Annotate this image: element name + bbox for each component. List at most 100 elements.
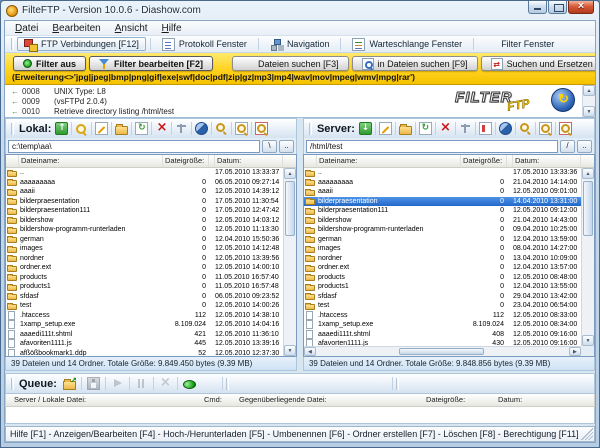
- local-file-row[interactable]: german012.04.2010 15:50:36: [6, 235, 283, 245]
- server-path-input[interactable]: /html/test: [306, 140, 558, 153]
- queue-column-header[interactable]: Server / Lokale Datei:: [14, 394, 86, 406]
- local-file-row[interactable]: 1xamp_setup.exe8.109.02412.05.2010 14:04…: [6, 320, 283, 330]
- local-file-row[interactable]: afßößbookmark1.ddp5212.05.2010 12:37:30: [6, 349, 283, 357]
- column-header-size[interactable]: Dateigröße:: [461, 155, 507, 167]
- scroll-thumb[interactable]: [285, 181, 295, 236]
- server-file-row[interactable]: aaaii012.05.2010 09:01:00: [304, 187, 581, 197]
- server-search-in-icon[interactable]: [539, 122, 552, 135]
- open-queue-icon[interactable]: [63, 381, 76, 390]
- local-parent-button[interactable]: ..: [279, 140, 294, 153]
- local-search-replace-icon[interactable]: [255, 122, 268, 135]
- server-file-row[interactable]: sfdasf029.04.2010 13:42:00: [304, 292, 581, 302]
- column-header-name[interactable]: Dateiname:: [19, 155, 163, 167]
- server-permissions-icon[interactable]: [459, 122, 472, 135]
- server-root-button[interactable]: /: [560, 140, 575, 153]
- column-header-date[interactable]: Datum:: [513, 155, 581, 167]
- pause-transfer-icon[interactable]: [135, 377, 148, 390]
- scroll-down-icon[interactable]: [582, 335, 594, 346]
- local-file-row[interactable]: .htaccess11212.05.2010 14:38:10: [6, 311, 283, 321]
- server-edit-icon[interactable]: [379, 122, 392, 135]
- server-file-row[interactable]: german012.04.2010 13:59:00: [304, 235, 581, 245]
- menu-hilfe[interactable]: Hilfe: [156, 23, 188, 34]
- local-file-row[interactable]: aaaii012.05.2010 14:39:12: [6, 187, 283, 197]
- local-file-row[interactable]: aaaedi111t.shtml42112.05.2010 11:36:10: [6, 330, 283, 340]
- local-file-row[interactable]: afavoriten1111.js44512.05.2010 13:39:16: [6, 339, 283, 349]
- in-file-search-button[interactable]: in Dateien suchen [F9]: [352, 56, 478, 71]
- local-search-icon[interactable]: [215, 122, 228, 135]
- server-file-row[interactable]: bildershow021.04.2010 14:43:00: [304, 216, 581, 226]
- column-header-date[interactable]: Datum:: [215, 155, 283, 167]
- scroll-up-icon[interactable]: [284, 168, 296, 179]
- server-refresh-icon[interactable]: [419, 122, 432, 135]
- protocol-window-button[interactable]: Protokoll Fenster: [155, 37, 254, 51]
- scroll-left-icon[interactable]: [304, 347, 316, 356]
- server-file-row[interactable]: bilderpraesentation111012.05.2010 09:12:…: [304, 206, 581, 216]
- local-file-row[interactable]: sfdasf006.05.2010 09:23:52: [6, 292, 283, 302]
- queue-column-header[interactable]: Gegenüberliegende Datei:: [239, 394, 327, 406]
- scroll-thumb[interactable]: [399, 348, 484, 355]
- minimize-button[interactable]: [528, 1, 547, 14]
- status-dot-icon[interactable]: [183, 380, 196, 389]
- server-file-row[interactable]: nordner013.04.2010 10:09:00: [304, 254, 581, 264]
- scroll-thumb[interactable]: [583, 181, 593, 236]
- queue-column-header[interactable]: Dateigröße:: [426, 394, 465, 406]
- menu-ansicht[interactable]: Ansicht: [109, 23, 154, 34]
- local-file-row[interactable]: bildershow012.05.2010 14:03:12: [6, 216, 283, 226]
- local-delete-icon[interactable]: [155, 122, 168, 135]
- file-search-button[interactable]: Filter Fenster: [478, 37, 561, 51]
- queue-column-header[interactable]: Datum:: [498, 394, 522, 406]
- queue-window-button[interactable]: Warteschlange Fenster: [345, 37, 469, 51]
- server-delete-icon[interactable]: [439, 122, 452, 135]
- scroll-up-icon[interactable]: [582, 168, 594, 179]
- local-root-button[interactable]: \: [262, 140, 277, 153]
- log-scrollbar[interactable]: [582, 85, 595, 117]
- navigation-button[interactable]: Navigation: [263, 37, 337, 51]
- local-file-row[interactable]: ..17.05.2010 13:33:37: [6, 168, 283, 178]
- scroll-up-icon[interactable]: [583, 85, 595, 96]
- server-diskspace-icon[interactable]: [499, 122, 512, 135]
- filter-edit-button[interactable]: Filter bearbeiten [F2]: [89, 56, 213, 71]
- replace-doc-button[interactable]: Suchen und Ersetzen [F10]: [481, 56, 596, 71]
- local-file-row[interactable]: aaaaaaaaa006.05.2010 09:27:14: [6, 178, 283, 188]
- local-file-row[interactable]: ordner.ext012.05.2010 14:00:10: [6, 263, 283, 273]
- server-file-row[interactable]: ordner.ext012.04.2010 13:57:00: [304, 263, 581, 273]
- cancel-transfer-icon[interactable]: [159, 377, 172, 390]
- local-open-folder-icon[interactable]: [115, 126, 128, 135]
- local-file-row[interactable]: test012.05.2010 14:00:26: [6, 301, 283, 311]
- server-file-row[interactable]: test023.04.2010 06:54:00: [304, 301, 581, 311]
- scroll-right-icon[interactable]: [569, 347, 581, 356]
- scroll-down-icon[interactable]: [284, 345, 296, 356]
- column-header-size[interactable]: Dateigröße:: [163, 155, 209, 167]
- server-parent-button[interactable]: ..: [577, 140, 592, 153]
- local-file-row[interactable]: products1011.05.2010 16:57:48: [6, 282, 283, 292]
- filter-status-button[interactable]: Filter aus: [13, 56, 86, 71]
- server-file-row[interactable]: aaaedi111t.shtml40812.05.2010 09:16:00: [304, 330, 581, 340]
- server-file-row[interactable]: bildershow-programm-runterladen009.04.20…: [304, 225, 581, 235]
- column-header-name[interactable]: Dateiname:: [317, 155, 461, 167]
- local-permissions-icon[interactable]: [175, 122, 188, 135]
- server-file-row[interactable]: afavorten1111.js43012.05.2010 09:16:00: [304, 339, 581, 346]
- file-search-button[interactable]: Dateien suchen [F3]: [232, 56, 349, 71]
- close-button[interactable]: [568, 1, 594, 14]
- local-file-row[interactable]: bilderpraesentation111017.05.2010 12:47:…: [6, 206, 283, 216]
- local-search-in-icon[interactable]: [235, 122, 248, 135]
- server-horizontal-scrollbar[interactable]: [304, 346, 581, 356]
- server-search-icon[interactable]: [519, 122, 532, 135]
- server-search-replace-icon[interactable]: [559, 122, 572, 135]
- server-doc-info-icon[interactable]: [479, 122, 492, 135]
- start-transfer-icon[interactable]: [111, 377, 124, 390]
- server-download-icon[interactable]: [359, 122, 372, 135]
- server-vertical-scrollbar[interactable]: [581, 168, 594, 346]
- server-open-folder-icon[interactable]: [399, 126, 412, 135]
- server-file-row[interactable]: .htaccess11212.05.2010 08:33:00: [304, 311, 581, 321]
- local-refresh-icon[interactable]: [135, 122, 148, 135]
- server-file-row[interactable]: aaaaaaaaa021.04.2010 14:14:00: [304, 178, 581, 188]
- local-file-row[interactable]: nordner012.05.2010 13:39:56: [6, 254, 283, 264]
- queue-column-header[interactable]: Cmd:: [204, 394, 222, 406]
- local-file-row[interactable]: products011.05.2010 16:57:40: [6, 273, 283, 283]
- local-file-row[interactable]: bildershow-programm-runterladen012.05.20…: [6, 225, 283, 235]
- local-path-input[interactable]: c:\temp\aa\: [8, 140, 260, 153]
- local-file-row[interactable]: images012.05.2010 14:12:48: [6, 244, 283, 254]
- local-file-row[interactable]: bilderpraesentation017.05.2010 11:30:54: [6, 197, 283, 207]
- queue-list[interactable]: [5, 407, 595, 424]
